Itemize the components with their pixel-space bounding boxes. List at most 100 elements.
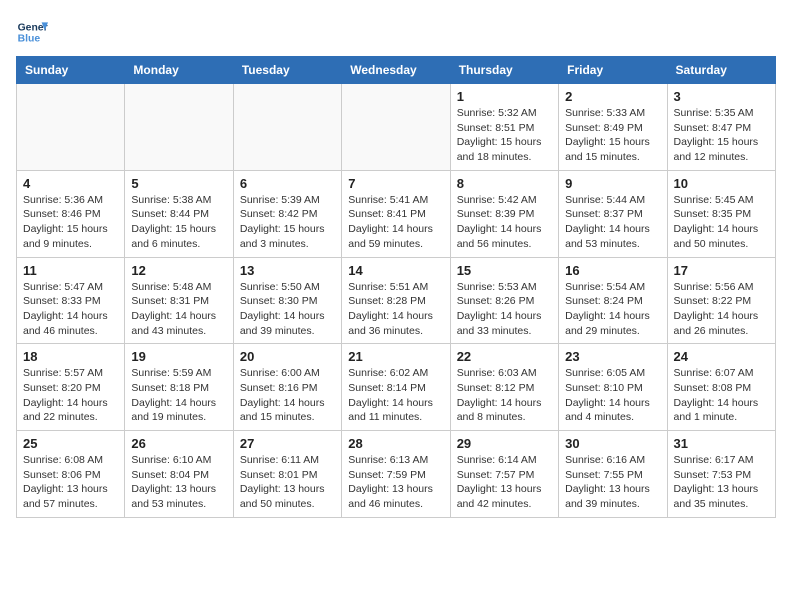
calendar-cell: 4 Sunrise: 5:36 AM Sunset: 8:46 PM Daylig… [17, 170, 125, 257]
calendar-cell: 1 Sunrise: 5:32 AM Sunset: 8:51 PM Daylig… [450, 84, 558, 171]
day-info: Sunrise: 5:45 AM Sunset: 8:35 PM Dayligh… [674, 193, 769, 252]
day-info: Sunrise: 6:17 AM Sunset: 7:53 PM Dayligh… [674, 453, 769, 512]
day-info: Sunrise: 5:53 AM Sunset: 8:26 PM Dayligh… [457, 280, 552, 339]
calendar-cell: 23 Sunrise: 6:05 AM Sunset: 8:10 PM Dayli… [559, 344, 667, 431]
day-info: Sunrise: 5:44 AM Sunset: 8:37 PM Dayligh… [565, 193, 660, 252]
day-header-friday: Friday [559, 57, 667, 84]
calendar-cell: 12Sunrise: 5:48 AM Sunset: 8:31 PM Dayli… [125, 257, 233, 344]
day-info: Sunrise: 5:50 AM Sunset: 8:30 PM Dayligh… [240, 280, 335, 339]
day-number: 14 [348, 263, 443, 278]
day-info: Sunrise: 5:51 AM Sunset: 8:28 PM Dayligh… [348, 280, 443, 339]
day-info: Sunrise: 5:41 AM Sunset: 8:41 PM Dayligh… [348, 193, 443, 252]
calendar-cell [125, 84, 233, 171]
calendar-cell: 27 Sunrise: 6:11 AM Sunset: 8:01 PM Dayli… [233, 431, 341, 518]
day-number: 9 [565, 176, 660, 191]
calendar-cell: 21 Sunrise: 6:02 AM Sunset: 8:14 PM Dayli… [342, 344, 450, 431]
day-info: Sunrise: 5:59 AM Sunset: 8:18 PM Dayligh… [131, 366, 226, 425]
day-number: 20 [240, 349, 335, 364]
day-info: Sunrise: 6:05 AM Sunset: 8:10 PM Dayligh… [565, 366, 660, 425]
day-number: 21 [348, 349, 443, 364]
day-header-saturday: Saturday [667, 57, 775, 84]
day-number: 7 [348, 176, 443, 191]
logo-icon: General Blue [16, 16, 48, 48]
day-info: Sunrise: 6:08 AM Sunset: 8:06 PM Dayligh… [23, 453, 118, 512]
day-number: 12 [131, 263, 226, 278]
calendar-cell: 8 Sunrise: 5:42 AM Sunset: 8:39 PM Daylig… [450, 170, 558, 257]
calendar-week-row: 18Sunrise: 5:57 AM Sunset: 8:20 PM Dayli… [17, 344, 776, 431]
day-number: 4 [23, 176, 118, 191]
day-header-sunday: Sunday [17, 57, 125, 84]
calendar-cell: 9 Sunrise: 5:44 AM Sunset: 8:37 PM Daylig… [559, 170, 667, 257]
day-number: 1 [457, 89, 552, 104]
calendar-cell: 25 Sunrise: 6:08 AM Sunset: 8:06 PM Dayli… [17, 431, 125, 518]
logo: General Blue [16, 16, 48, 48]
svg-text:Blue: Blue [18, 34, 41, 45]
day-info: Sunrise: 5:36 AM Sunset: 8:46 PM Dayligh… [23, 193, 118, 252]
day-number: 19 [131, 349, 226, 364]
calendar-week-row: 25 Sunrise: 6:08 AM Sunset: 8:06 PM Dayli… [17, 431, 776, 518]
day-number: 24 [674, 349, 769, 364]
day-header-thursday: Thursday [450, 57, 558, 84]
calendar-cell: 26 Sunrise: 6:10 AM Sunset: 8:04 PM Dayli… [125, 431, 233, 518]
day-info: Sunrise: 5:35 AM Sunset: 8:47 PM Dayligh… [674, 106, 769, 165]
day-info: Sunrise: 6:10 AM Sunset: 8:04 PM Dayligh… [131, 453, 226, 512]
day-info: Sunrise: 6:13 AM Sunset: 7:59 PM Dayligh… [348, 453, 443, 512]
day-info: Sunrise: 5:32 AM Sunset: 8:51 PM Dayligh… [457, 106, 552, 165]
header: General Blue [16, 16, 776, 48]
day-number: 3 [674, 89, 769, 104]
calendar-header-row: SundayMondayTuesdayWednesdayThursdayFrid… [17, 57, 776, 84]
calendar-cell: 19 Sunrise: 5:59 AM Sunset: 8:18 PM Dayli… [125, 344, 233, 431]
calendar-week-row: 11 Sunrise: 5:47 AM Sunset: 8:33 PM Dayli… [17, 257, 776, 344]
day-info: Sunrise: 6:00 AM Sunset: 8:16 PM Dayligh… [240, 366, 335, 425]
day-number: 23 [565, 349, 660, 364]
day-info: Sunrise: 6:02 AM Sunset: 8:14 PM Dayligh… [348, 366, 443, 425]
calendar-cell: 5Sunrise: 5:38 AM Sunset: 8:44 PM Daylig… [125, 170, 233, 257]
calendar-cell: 14 Sunrise: 5:51 AM Sunset: 8:28 PM Dayli… [342, 257, 450, 344]
day-info: Sunrise: 5:42 AM Sunset: 8:39 PM Dayligh… [457, 193, 552, 252]
calendar-cell [17, 84, 125, 171]
day-number: 18 [23, 349, 118, 364]
day-number: 11 [23, 263, 118, 278]
calendar-week-row: 4 Sunrise: 5:36 AM Sunset: 8:46 PM Daylig… [17, 170, 776, 257]
day-number: 16 [565, 263, 660, 278]
day-number: 8 [457, 176, 552, 191]
calendar-cell: 31 Sunrise: 6:17 AM Sunset: 7:53 PM Dayli… [667, 431, 775, 518]
day-number: 22 [457, 349, 552, 364]
day-number: 27 [240, 436, 335, 451]
day-number: 6 [240, 176, 335, 191]
day-number: 28 [348, 436, 443, 451]
calendar-cell: 10Sunrise: 5:45 AM Sunset: 8:35 PM Dayli… [667, 170, 775, 257]
calendar-cell: 30Sunrise: 6:16 AM Sunset: 7:55 PM Dayli… [559, 431, 667, 518]
day-number: 25 [23, 436, 118, 451]
day-number: 31 [674, 436, 769, 451]
calendar-cell [342, 84, 450, 171]
day-number: 29 [457, 436, 552, 451]
calendar-cell: 3 Sunrise: 5:35 AM Sunset: 8:47 PM Daylig… [667, 84, 775, 171]
calendar-cell: 17 Sunrise: 5:56 AM Sunset: 8:22 PM Dayli… [667, 257, 775, 344]
day-number: 15 [457, 263, 552, 278]
day-info: Sunrise: 6:03 AM Sunset: 8:12 PM Dayligh… [457, 366, 552, 425]
day-info: Sunrise: 5:54 AM Sunset: 8:24 PM Dayligh… [565, 280, 660, 339]
day-number: 26 [131, 436, 226, 451]
day-header-wednesday: Wednesday [342, 57, 450, 84]
calendar-cell: 15 Sunrise: 5:53 AM Sunset: 8:26 PM Dayli… [450, 257, 558, 344]
day-number: 17 [674, 263, 769, 278]
day-info: Sunrise: 6:11 AM Sunset: 8:01 PM Dayligh… [240, 453, 335, 512]
calendar-cell: 29Sunrise: 6:14 AM Sunset: 7:57 PM Dayli… [450, 431, 558, 518]
calendar-cell: 13 Sunrise: 5:50 AM Sunset: 8:30 PM Dayli… [233, 257, 341, 344]
calendar-cell: 22 Sunrise: 6:03 AM Sunset: 8:12 PM Dayli… [450, 344, 558, 431]
day-info: Sunrise: 6:16 AM Sunset: 7:55 PM Dayligh… [565, 453, 660, 512]
calendar-cell: 11 Sunrise: 5:47 AM Sunset: 8:33 PM Dayli… [17, 257, 125, 344]
day-number: 13 [240, 263, 335, 278]
day-info: Sunrise: 5:56 AM Sunset: 8:22 PM Dayligh… [674, 280, 769, 339]
day-info: Sunrise: 6:07 AM Sunset: 8:08 PM Dayligh… [674, 366, 769, 425]
day-info: Sunrise: 5:38 AM Sunset: 8:44 PM Dayligh… [131, 193, 226, 252]
day-header-tuesday: Tuesday [233, 57, 341, 84]
day-info: Sunrise: 5:47 AM Sunset: 8:33 PM Dayligh… [23, 280, 118, 339]
calendar-cell: 2 Sunrise: 5:33 AM Sunset: 8:49 PM Daylig… [559, 84, 667, 171]
day-header-monday: Monday [125, 57, 233, 84]
calendar-cell: 7 Sunrise: 5:41 AM Sunset: 8:41 PM Daylig… [342, 170, 450, 257]
calendar-cell: 28 Sunrise: 6:13 AM Sunset: 7:59 PM Dayli… [342, 431, 450, 518]
day-number: 2 [565, 89, 660, 104]
day-info: Sunrise: 5:33 AM Sunset: 8:49 PM Dayligh… [565, 106, 660, 165]
